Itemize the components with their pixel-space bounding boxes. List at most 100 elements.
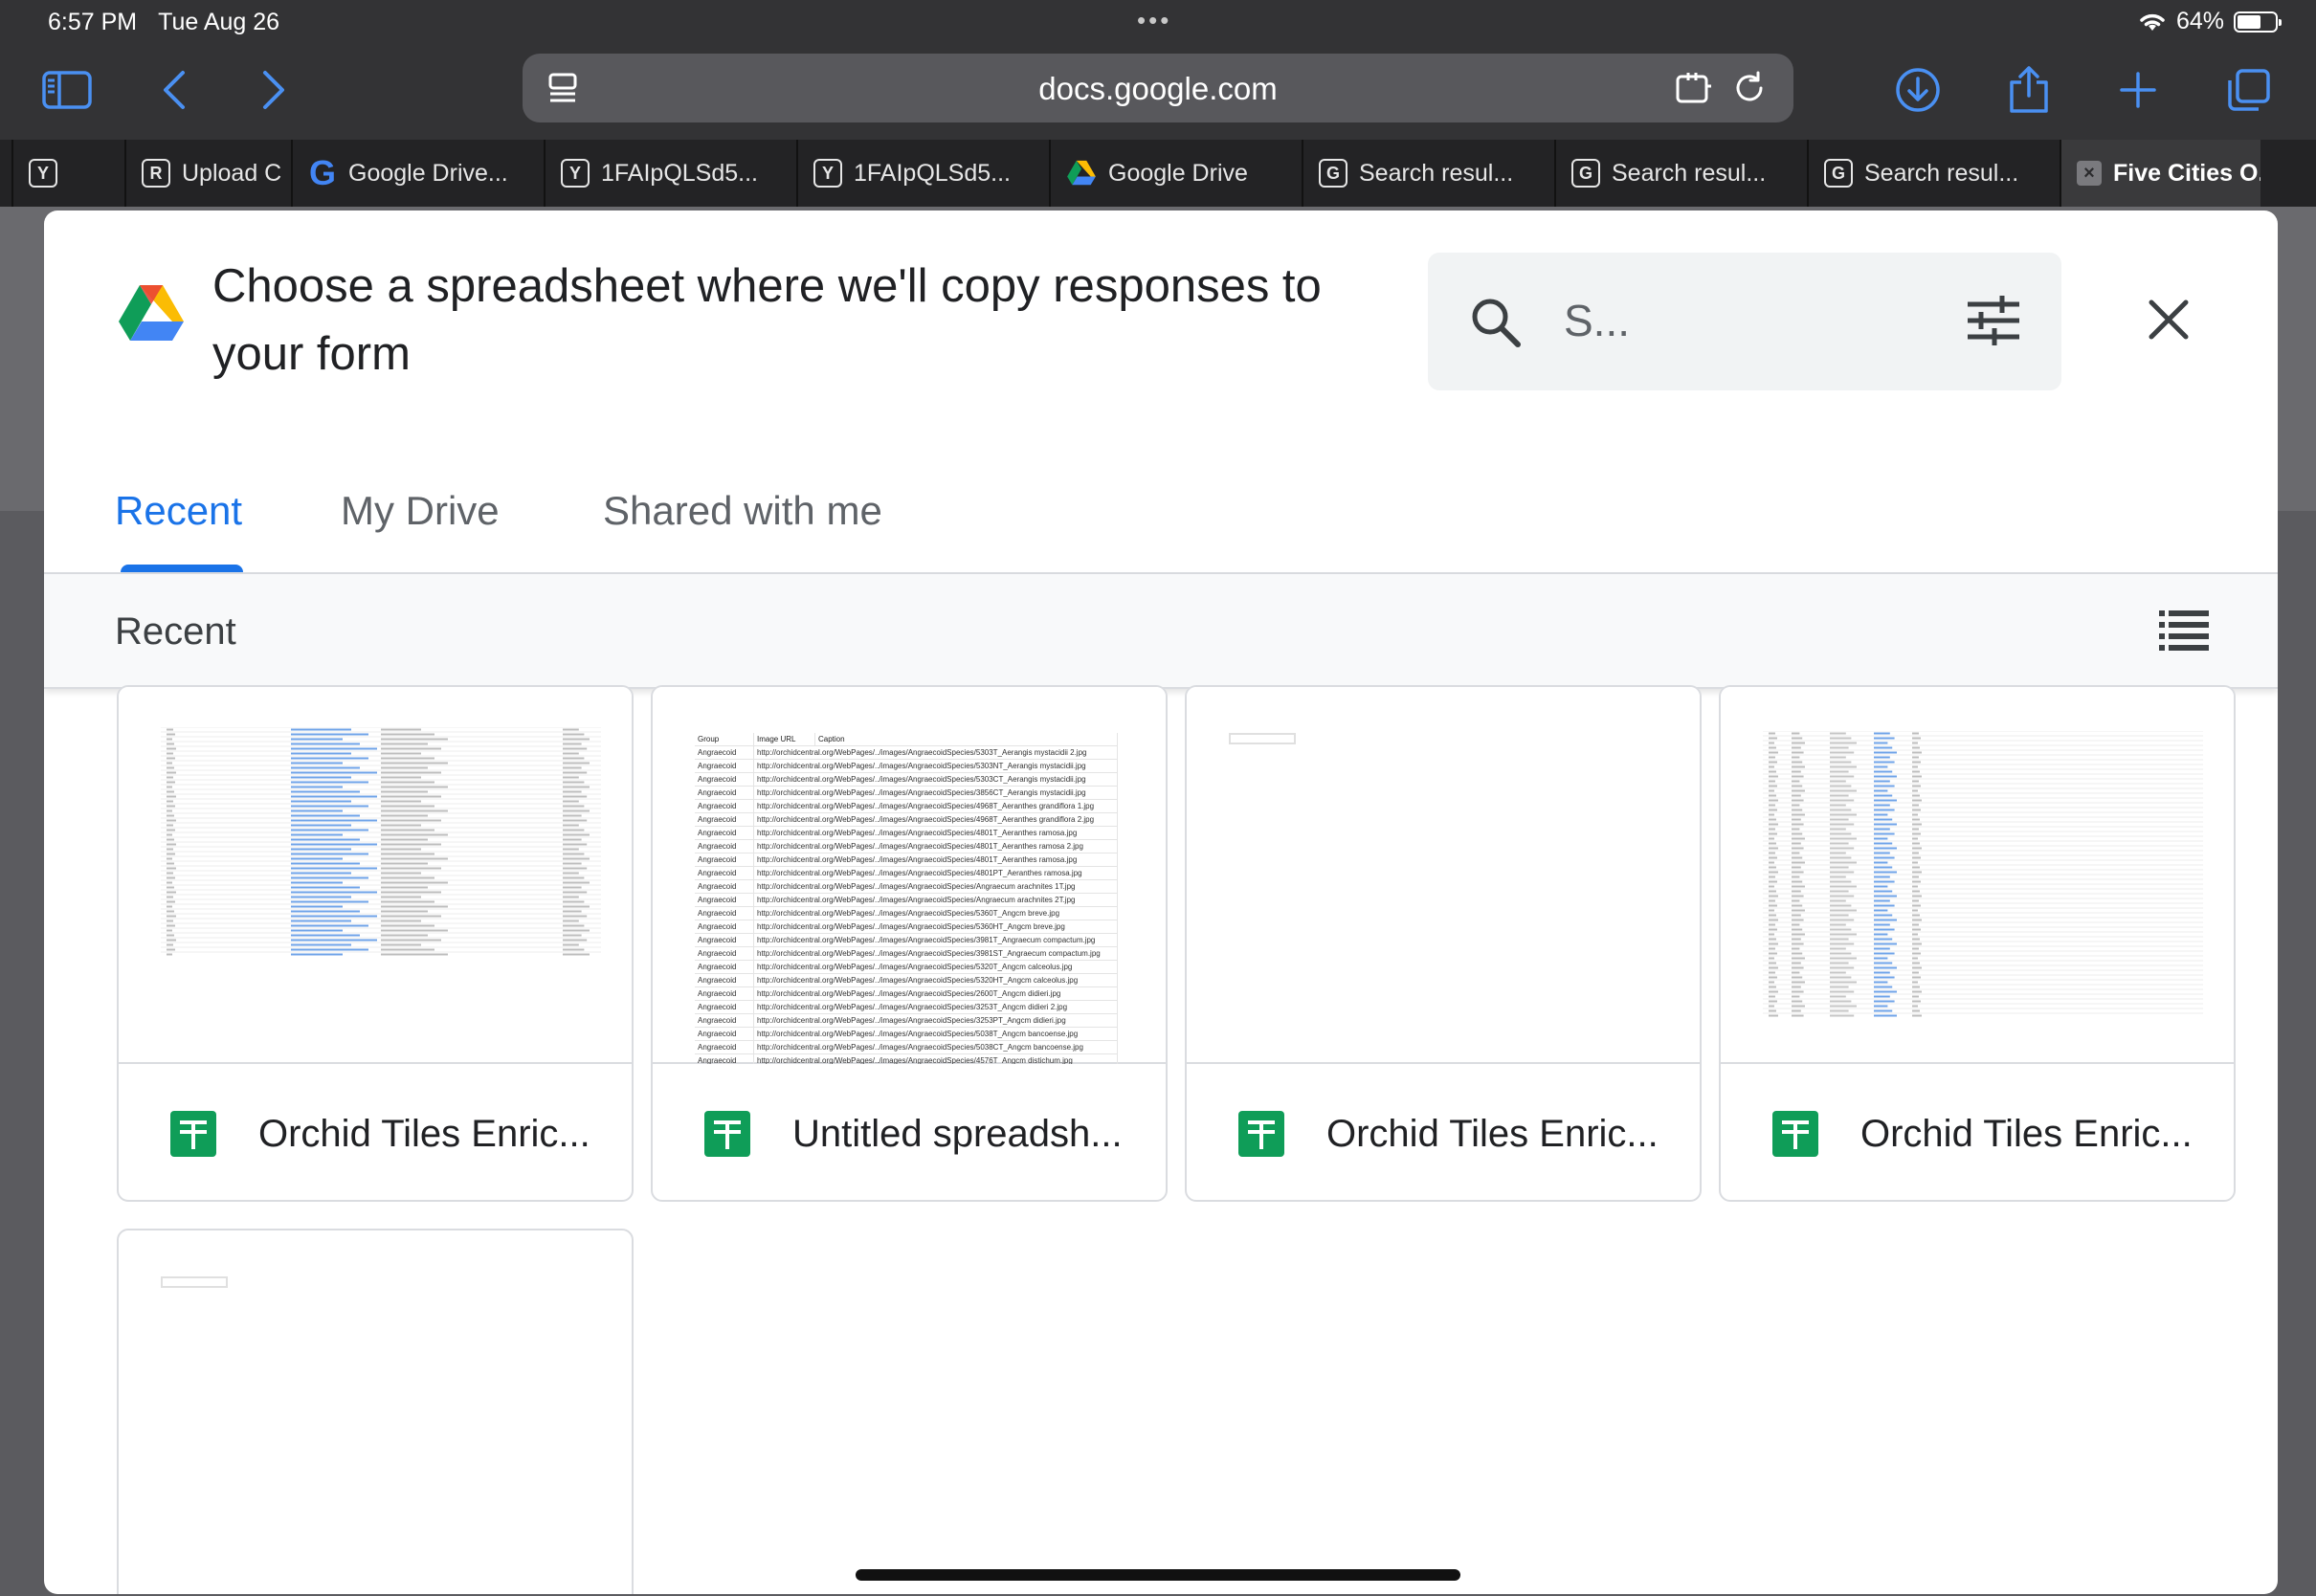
preview-cell-mark — [291, 915, 377, 918]
preview-cell-mark — [291, 790, 360, 793]
preview-cell-mark — [167, 733, 175, 736]
tab-close-icon[interactable]: × — [2077, 161, 2102, 186]
share-icon[interactable] — [2000, 61, 2058, 119]
preview-cell-mark — [381, 948, 434, 951]
file-grid: Orchid Tiles Enric... Group Image URL Capt… — [44, 685, 2278, 1594]
preview-cell-mark — [291, 876, 368, 879]
preview-cell-mark — [1769, 823, 1778, 826]
multitasking-dots-icon[interactable]: ••• — [1137, 6, 1171, 35]
preview-cell-mark — [1769, 952, 1777, 955]
status-time: 6:57 PM — [48, 9, 138, 35]
preview-cell-mark — [563, 766, 582, 769]
tab-my-drive[interactable]: My Drive — [341, 488, 500, 534]
preview-cell-mark — [167, 771, 176, 774]
preview-cell: Angraecoid — [695, 773, 754, 786]
browser-tab[interactable]: G Google Drive... — [291, 140, 544, 207]
preview-cell-mark — [1874, 895, 1897, 898]
preview-cell: Angraecoid — [695, 840, 754, 853]
preview-cell-mark — [1769, 909, 1774, 912]
preview-cell-mark — [563, 781, 585, 784]
browser-tab[interactable]: G Search resul... — [1807, 140, 2060, 207]
search-box[interactable] — [1428, 253, 2061, 390]
preview-cell-mark — [563, 881, 590, 884]
file-card[interactable]: Orchid Tiles Enric... — [117, 685, 634, 1202]
picker-tabs: Recent My Drive Shared with me — [44, 459, 2278, 574]
tab-shared-with-me[interactable]: Shared with me — [603, 488, 882, 534]
preview-cell-mark — [1830, 775, 1855, 778]
preview-cell-mark — [563, 876, 585, 879]
preview-cell-mark — [1912, 742, 1918, 744]
browser-tab-active[interactable]: × Five Cities O... — [2060, 140, 2260, 207]
file-card[interactable]: Orchid Tiles Enric... — [1719, 685, 2236, 1202]
download-icon[interactable] — [1889, 61, 1947, 119]
preview-cell-mark — [1912, 976, 1921, 979]
preview-cell-mark — [1912, 794, 1920, 797]
preview-cell-mark — [1912, 1009, 1920, 1012]
preview-cell-mark — [1769, 742, 1774, 744]
browser-tab[interactable]: Y 1FAIpQLSd5... — [796, 140, 1049, 207]
browser-tab[interactable]: Y — [11, 140, 124, 207]
close-icon[interactable] — [2138, 289, 2199, 350]
browser-tab[interactable]: G Search resul... — [1554, 140, 1807, 207]
preview-cell-mark — [381, 900, 434, 903]
preview-cell-mark — [1830, 942, 1855, 945]
preview-cell-mark — [381, 838, 428, 841]
home-indicator[interactable] — [856, 1569, 1460, 1581]
preview-cell: http://orchidcentral.org/WebPages/../ima… — [754, 987, 1118, 1000]
file-card[interactable]: Group Image URL Caption Angraecoid http://or… — [651, 685, 1168, 1202]
tab-overview-icon[interactable] — [2220, 61, 2278, 119]
browser-tab[interactable]: G Search resul... — [1302, 140, 1554, 207]
back-icon[interactable] — [145, 61, 203, 119]
browser-tab[interactable]: R Upload C — [124, 140, 291, 207]
preview-cell-mark — [167, 900, 175, 903]
browser-tab[interactable]: Google Drive — [1049, 140, 1302, 207]
preview-cell-mark — [1830, 828, 1846, 831]
preview-cell: Angraecoid — [695, 1041, 754, 1053]
sidebar-toggle-icon[interactable] — [38, 61, 96, 119]
preview-cell-mark — [1830, 981, 1857, 984]
preview-cell-mark — [1830, 765, 1857, 768]
preview-cell-mark — [563, 934, 582, 937]
search-options-icon[interactable] — [1966, 293, 2021, 348]
preview-cell-mark — [563, 824, 579, 827]
preview-cell-mark — [1792, 981, 1805, 984]
section-title: Recent — [115, 610, 236, 653]
preview-cell-mark — [1912, 828, 1919, 831]
preview-cell-mark — [167, 819, 176, 822]
file-card[interactable] — [117, 1229, 634, 1594]
search-icon[interactable] — [1468, 295, 1524, 350]
browser-tab[interactable]: Y 1FAIpQLSd5... — [544, 140, 796, 207]
preview-cell-mark — [1792, 780, 1800, 783]
preview-cell-mark — [1912, 885, 1918, 888]
preview-cell-mark — [1830, 832, 1852, 835]
preview-cell-mark — [563, 905, 590, 908]
preview-cell-mark — [291, 900, 368, 903]
preview-cell-mark — [381, 762, 448, 765]
search-input[interactable] — [1564, 291, 1927, 350]
preview-cell-mark — [291, 948, 368, 951]
file-card[interactable]: Orchid Tiles Enric... — [1185, 685, 1702, 1202]
list-view-icon[interactable] — [2157, 603, 2211, 656]
extension-icon[interactable] — [1675, 69, 1713, 107]
preview-cell: Angraecoid — [695, 934, 754, 946]
preview-cell-mark — [1830, 780, 1846, 783]
preview-row: Angraecoid http://orchidcentral.org/WebPa… — [695, 961, 1118, 974]
preview-cell-mark — [1830, 799, 1855, 802]
new-tab-icon[interactable] — [2109, 61, 2167, 119]
reload-icon[interactable] — [1730, 69, 1769, 107]
tab-recent[interactable]: Recent — [115, 488, 242, 534]
preview-cell-mark — [167, 929, 172, 932]
file-name: Orchid Tiles Enric... — [1860, 1112, 2193, 1155]
preview-cell-mark — [167, 905, 172, 908]
address-bar[interactable]: docs.google.com — [523, 54, 1793, 122]
preview-cell-mark — [1912, 942, 1922, 945]
preview-cell-mark — [1792, 837, 1805, 840]
preview-cell-mark — [1792, 842, 1801, 845]
preview-cell-mark — [1912, 856, 1921, 859]
forward-icon[interactable] — [245, 61, 302, 119]
preview-cell-mark — [1792, 1009, 1801, 1012]
preview-cell-mark — [1912, 842, 1920, 845]
preview-cell-mark — [1912, 866, 1920, 869]
preview-cell-mark — [1792, 962, 1801, 964]
preview-cell-mark — [1769, 751, 1778, 754]
